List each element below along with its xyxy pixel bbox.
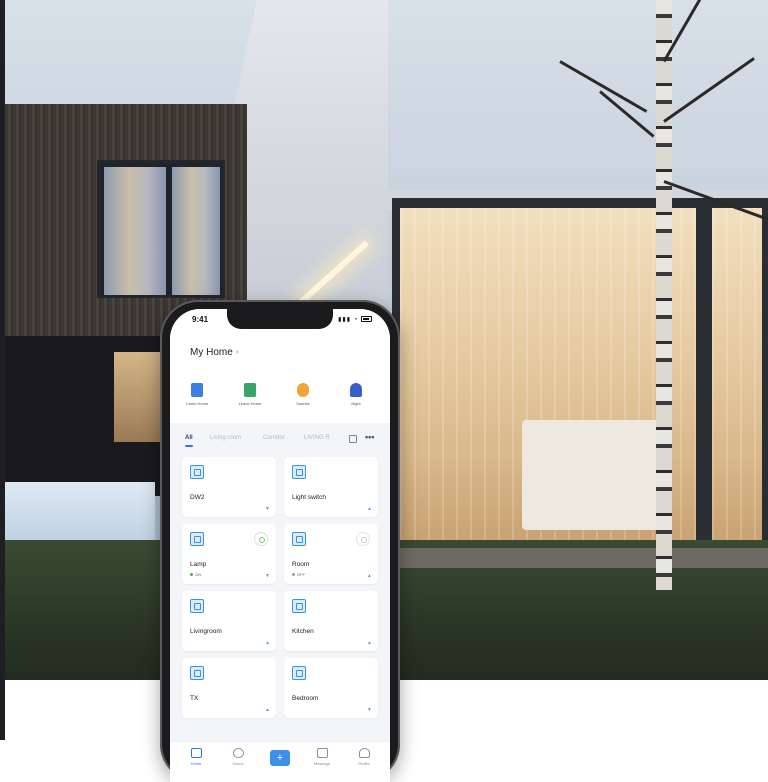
chevron-down-icon[interactable]: ▼ (265, 573, 270, 579)
power-toggle-button[interactable] (254, 532, 268, 546)
device-card[interactable]: Lamp ON ▼ (182, 524, 276, 584)
switch-icon (292, 465, 306, 479)
tab-living-r[interactable]: LIVING R (304, 435, 330, 441)
status-time: 9:41 (192, 315, 209, 324)
chevron-right-icon[interactable]: › (236, 349, 238, 356)
door-open-icon (191, 383, 203, 397)
device-name: Bedroom (292, 695, 319, 702)
white-wall (228, 0, 388, 300)
message-icon (316, 748, 328, 758)
device-name: Lamp (190, 561, 207, 568)
app-header: My Home › (170, 331, 390, 361)
device-card[interactable]: Bedroom ▼ (284, 658, 378, 718)
chevron-down-icon[interactable]: ▼ (265, 506, 270, 512)
device-card[interactable]: Livingroom ▲ (182, 591, 276, 651)
home-icon (190, 748, 202, 758)
app-screen: 9:41 ▮▮▮ ◔ My Home › Come Home Leave Hom… (170, 309, 390, 782)
pool (5, 482, 155, 544)
power-toggle-button[interactable] (356, 532, 370, 546)
nav-home[interactable]: Home (178, 748, 214, 766)
add-button[interactable]: + (270, 750, 290, 766)
status-dot-icon (190, 573, 193, 577)
device-state-label: OFF (297, 572, 305, 577)
device-card[interactable]: TX ▲ (182, 658, 276, 718)
device-name: Room (292, 561, 310, 568)
phone-notch (227, 309, 333, 329)
chevron-up-icon[interactable]: ▲ (367, 506, 372, 512)
chevron-up-icon[interactable]: ▲ (367, 573, 372, 579)
device-state: OFF (292, 572, 305, 577)
lamp-switch-icon (190, 532, 204, 546)
sofa (522, 420, 672, 530)
nav-label: Home (190, 761, 202, 766)
wifi-icon: ◔ (353, 317, 359, 323)
bottom-navigation: Home Scene + Message Profile (170, 741, 390, 782)
room-switch-icon (292, 532, 306, 546)
nav-label: Scene (232, 761, 244, 766)
glass-facade (392, 198, 768, 550)
nav-label: Profile (358, 761, 370, 766)
ir-remote-icon (292, 599, 306, 613)
signal-icon: ▮▮▮ (338, 317, 352, 323)
stone-path (392, 548, 768, 568)
cloud-sun-icon (297, 383, 309, 397)
door-sensor-icon (190, 465, 204, 479)
device-name: Light switch (292, 494, 326, 501)
smartphone-frame: 9:41 ▮▮▮ ◔ My Home › Come Home Leave Hom… (160, 300, 400, 782)
chevron-up-icon[interactable]: ▲ (265, 640, 270, 646)
device-card[interactable]: Room OFF ▲ (284, 524, 378, 584)
scene-icon (232, 748, 244, 758)
chevron-up-icon[interactable]: ▲ (265, 707, 270, 713)
scene-night[interactable]: Night (333, 383, 379, 406)
nav-label: Message (313, 761, 331, 766)
profile-icon (358, 748, 370, 758)
nav-profile[interactable]: Profile (346, 748, 382, 766)
ir-remote-icon (190, 599, 204, 613)
person-sleep-icon (350, 383, 362, 397)
upper-window (97, 160, 225, 298)
tab-all[interactable]: All (185, 435, 193, 441)
ir-remote-icon (190, 666, 204, 680)
device-name: DW2 (190, 494, 205, 501)
battery-icon (361, 316, 372, 323)
chevron-down-icon[interactable]: ▼ (367, 707, 372, 713)
tab-corridor[interactable]: Corridor (263, 435, 285, 441)
scene-leave-home[interactable]: Leave Home (227, 383, 273, 406)
device-card[interactable]: Kitchen ▲ (284, 591, 378, 651)
scene-label: Come Home (185, 401, 209, 406)
grid-view-icon[interactable] (349, 435, 357, 443)
home-selector[interactable]: My Home (190, 347, 233, 358)
door-exit-icon (244, 383, 256, 397)
device-state-label: ON (195, 572, 201, 577)
chevron-up-icon[interactable]: ▲ (367, 640, 372, 646)
scene-label: Night (351, 401, 361, 406)
nav-message[interactable]: Message (304, 748, 340, 766)
device-name: Kitchen (292, 628, 314, 635)
tab-living-room[interactable]: Living room (210, 435, 241, 441)
room-tabs: All Living room Corridor LIVING R ••• (170, 431, 390, 449)
scene-label: Sunrise (296, 401, 310, 406)
scene-sunrise[interactable]: Sunrise (280, 383, 326, 406)
status-icons: ▮▮▮ ◔ (338, 316, 372, 323)
patio-light (114, 352, 164, 442)
ir-remote-icon (292, 666, 306, 680)
active-tab-indicator (185, 445, 193, 447)
device-name: Livingroom (190, 628, 222, 635)
scene-label: Leave Home (238, 401, 262, 406)
scene-shortcuts: Come Home Leave Home Sunrise Night (170, 361, 390, 423)
nav-scene[interactable]: Scene (220, 748, 256, 766)
device-state: ON (190, 572, 201, 577)
device-name: TX (190, 695, 199, 702)
scene-come-home[interactable]: Come Home (174, 383, 220, 406)
status-dot-icon (292, 573, 295, 577)
birch-tree-trunk (656, 0, 672, 590)
device-card[interactable]: DW2 ▼ (182, 457, 276, 517)
device-card[interactable]: Light switch ▲ (284, 457, 378, 517)
more-icon[interactable]: ••• (365, 432, 374, 442)
add-icon: + (276, 752, 284, 764)
